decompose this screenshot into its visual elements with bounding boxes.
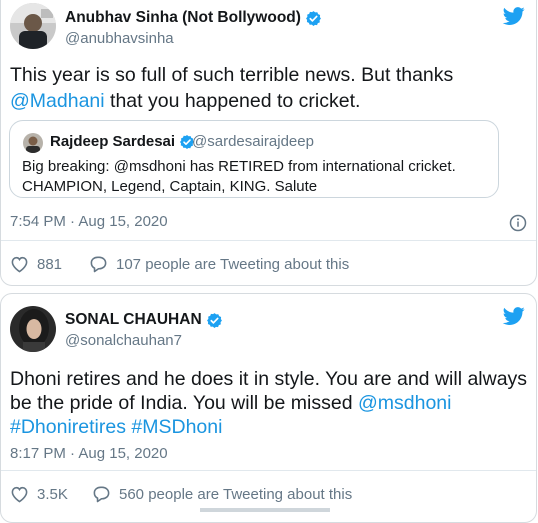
tweet-text-line-1: Dhoni retires and he does it in style. Y… [10,368,528,390]
avatar-sonal[interactable] [10,306,56,352]
author-name[interactable]: Anubhav Sinha (Not Bollywood) [65,9,322,27]
speech-bubble-icon [90,256,107,273]
conversation-action[interactable]: 107 people are Tweeting about this [89,255,349,273]
hashtag-link-dhoniretires[interactable]: #Dhoniretires [10,416,126,438]
divider [1,470,536,471]
tweet-timestamp[interactable]: 7:54 PM · Aug 15, 2020 [10,213,168,230]
like-count: 3.5K [37,485,68,503]
mention-link[interactable]: @Madhani [10,90,105,112]
avatar-rajdeep [23,133,43,153]
conversation-action[interactable]: 560 people are Tweeting about this [92,485,352,503]
tweet-text-plain: be the pride of India. You will be misse… [10,392,358,414]
author-name[interactable]: SONAL CHAUHAN [65,311,223,329]
quoted-tweet[interactable]: Rajdeep Sardesai @sardesairajdeep Big br… [9,120,499,198]
author-name-text[interactable]: SONAL CHAUHAN [65,311,202,329]
tweet-text-rest: that you happened to cricket. [104,90,361,112]
quoted-text: Big breaking: @msdhoni has RETIRED from … [22,157,456,197]
author-name-text[interactable]: Anubhav Sinha (Not Bollywood) [65,9,301,27]
mention-link[interactable]: @msdhoni [358,392,452,414]
conversation-count: 560 people are Tweeting about this [119,485,353,503]
tweet-text-line-2: be the pride of India. You will be misse… [10,390,452,416]
divider [1,240,536,241]
quoted-author-name: Rajdeep Sardesai [50,133,195,150]
quoted-text-line-1: Big breaking: @msdhoni has RETIRED from … [22,158,456,175]
tweet-timestamp[interactable]: 8:17 PM · Aug 15, 2020 [10,445,168,462]
twitter-bird-icon[interactable] [502,305,526,327]
quoted-author-handle: @sardesairajdeep [192,133,314,150]
verified-badge-icon [206,312,222,328]
tweet-text-line-2: @Madhani that you happened to cricket. [10,88,360,114]
verified-badge-icon [306,10,321,26]
avatar-anubhav[interactable] [10,3,56,49]
scroll-hint-bar [200,508,330,512]
author-handle[interactable]: @anubhavsinha [65,30,174,47]
speech-bubble-icon [93,486,110,503]
like-action[interactable]: 3.5K [10,485,68,503]
like-count: 881 [37,255,63,273]
conversation-count: 107 people are Tweeting about this [116,255,350,273]
quoted-author-name-text: Rajdeep Sardesai [50,133,176,150]
quoted-text-line-2: CHAMPION, Legend, Captain, KING. Salute [22,178,318,195]
info-icon[interactable] [509,214,527,232]
tweet-text-line-3: #Dhoniretires #MSDhoni [10,414,222,440]
author-handle[interactable]: @sonalchauhan7 [65,332,182,349]
heart-icon [11,486,28,503]
hashtag-link-msdhoni[interactable]: #MSDhoni [131,416,222,438]
like-action[interactable]: 881 [10,255,62,273]
twitter-bird-icon[interactable] [502,5,526,27]
tweet-card-anubhav[interactable]: Anubhav Sinha (Not Bollywood) @anubhavsi… [0,0,537,286]
tweet-text-line-1: This year is so full of such terrible ne… [10,64,454,86]
tweet-card-sonal[interactable]: SONAL CHAUHAN @sonalchauhan7 Dhoni retir… [0,293,537,523]
heart-icon [11,256,28,273]
